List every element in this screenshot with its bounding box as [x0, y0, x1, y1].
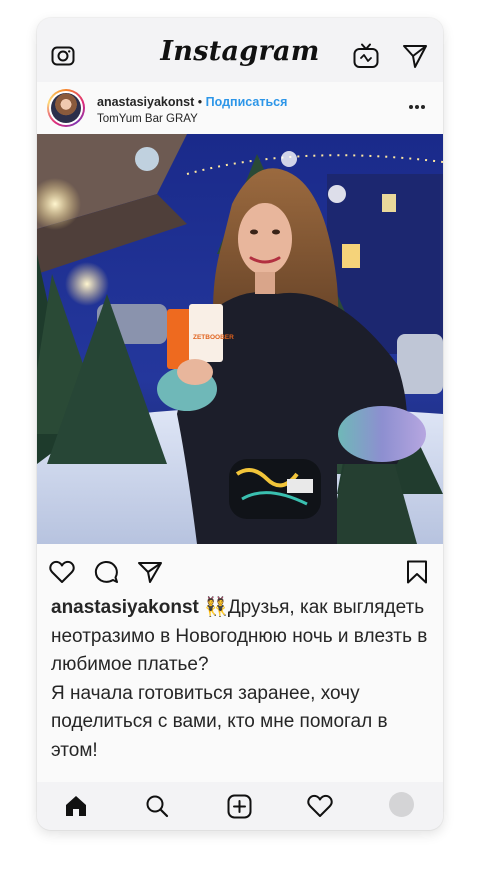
comment-icon[interactable] — [94, 560, 119, 584]
post-caption: anastasiyakonst 👯Друзья, как выглядеть н… — [37, 586, 443, 782]
caption-emoji: 👯 — [204, 597, 228, 618]
product-label: ZETBOOBER — [193, 334, 234, 341]
bottom-nav — [37, 784, 443, 830]
share-icon[interactable] — [137, 560, 163, 584]
avatar[interactable] — [47, 89, 85, 127]
profile-avatar[interactable] — [389, 792, 414, 817]
home-icon[interactable] — [64, 794, 88, 818]
post-photo[interactable]: ZETBOOBER — [37, 134, 443, 544]
post-location[interactable]: TomYum Bar GRAY — [97, 113, 198, 125]
top-bar: Instagram — [37, 18, 443, 82]
follow-button[interactable]: Подписаться — [206, 95, 288, 109]
igtv-icon[interactable] — [353, 43, 379, 69]
phone-frame: Instagram anastasiyakonst • Подписаться … — [37, 18, 443, 830]
post-header: anastasiyakonst • Подписаться TomYum Bar… — [37, 82, 443, 134]
bookmark-icon[interactable] — [406, 560, 428, 584]
heart-icon[interactable] — [49, 560, 75, 584]
post-username[interactable]: anastasiyakonst — [97, 95, 194, 109]
photo-scene: ZETBOOBER — [37, 134, 443, 544]
new-post-icon[interactable] — [227, 794, 252, 819]
search-icon[interactable] — [145, 794, 169, 818]
app-logo: Instagram — [160, 36, 320, 67]
direct-message-icon[interactable] — [401, 42, 429, 70]
separator-dot: • — [197, 95, 203, 109]
activity-icon[interactable] — [307, 794, 333, 818]
post-author-row: anastasiyakonst • Подписаться — [97, 95, 287, 109]
caption-username[interactable]: anastasiyakonst — [51, 597, 199, 618]
caption-text-2: Я начала готовиться заранее, хочу подели… — [51, 682, 388, 761]
more-options-icon[interactable] — [408, 104, 426, 110]
